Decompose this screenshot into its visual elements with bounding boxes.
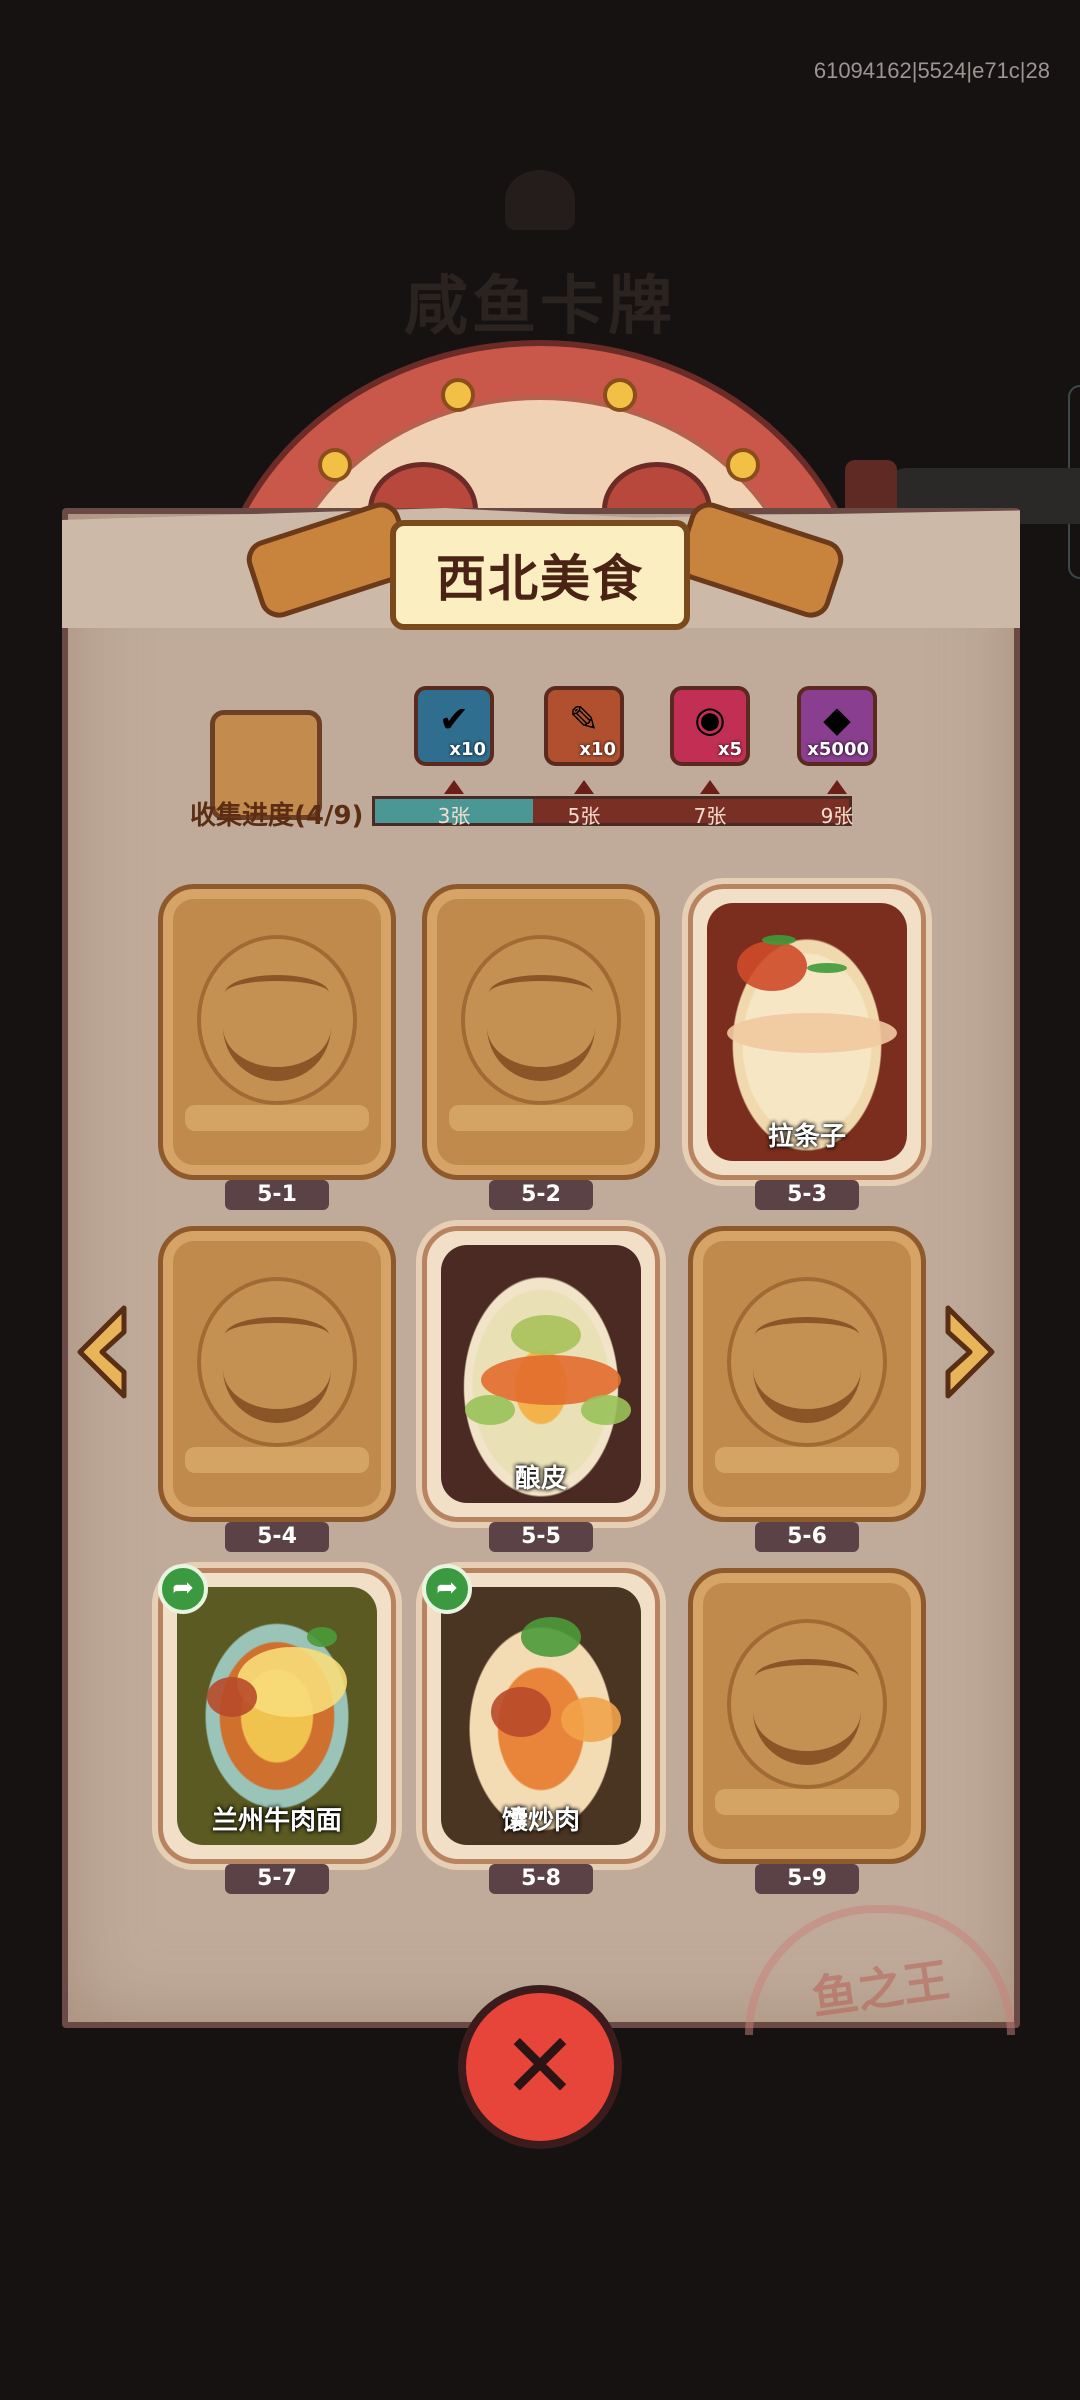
card-id-tag: 5-9 [755,1864,859,1894]
chest-check-icon: ✔ [438,699,470,741]
locked-card-bones-icon [185,1105,369,1131]
prev-page-arrow-icon[interactable] [72,1302,132,1402]
share-arrow-icon[interactable]: ➦ [422,1564,472,1614]
food-detail [807,963,847,973]
reward-purple-orb[interactable]: ◉ x5 [670,686,750,766]
reward-chest-check[interactable]: ✔ x10 [414,686,494,766]
threshold-label: 5张 [567,804,601,828]
card-id-tag: 5-7 [225,1864,329,1894]
background-title: 咸鱼卡牌 [404,270,676,344]
locked-card-face-icon [197,935,357,1105]
dish-name: 拉条子 [767,1122,846,1152]
progress-label: 收集进度(4/9) [190,801,364,831]
food-detail [307,1627,337,1647]
scroll-key-icon: ✎ [568,699,600,741]
dish-name: 酿皮 [514,1464,567,1494]
locked-card-bones-icon [715,1789,899,1815]
locked-card-slot[interactable] [158,1226,396,1522]
progress-marker-icon [827,780,847,794]
locked-card-bones-icon [185,1447,369,1473]
reward-amount: x5000 [807,739,869,760]
progress-marker-icon [574,780,594,794]
food-detail [581,1395,631,1425]
card-id-tag: 5-2 [489,1180,593,1210]
page-title: 西北美食 [436,550,644,608]
background-fish-icon [505,170,575,230]
locked-card-bones-icon [449,1105,633,1131]
food-detail [491,1687,551,1737]
food-detail [561,1697,621,1742]
locked-card-face-icon [461,935,621,1105]
locked-card-face-icon [727,1277,887,1447]
share-arrow-icon[interactable]: ➦ [158,1564,208,1614]
reward-amount: x5 [717,739,742,760]
crystal-icon: ◆ [823,699,851,741]
locked-card-slot[interactable] [158,884,396,1180]
food-card[interactable]: 兰州牛肉面 [158,1568,396,1864]
threshold-label: 7张 [693,804,727,828]
reward-amount: x10 [449,739,486,760]
food-card[interactable]: 拉条子 [688,884,926,1180]
food-detail [465,1395,515,1425]
food-detail [207,1677,257,1717]
card-id-tag: 5-3 [755,1180,859,1210]
food-card[interactable]: 酿皮 [422,1226,660,1522]
reward-amount: x10 [579,739,616,760]
card-id-tag: 5-1 [225,1180,329,1210]
bolt-icon [318,448,352,482]
title-ribbon: 西北美食 [390,520,690,630]
bolt-icon [603,378,637,412]
card-id-tag: 5-6 [755,1522,859,1552]
progress-marker-icon [700,780,720,794]
dish-name: 兰州牛肉面 [211,1806,342,1836]
close-x-icon: ✕ [502,2014,578,2119]
reward-scroll-key[interactable]: ✎ x10 [544,686,624,766]
purple-orb-icon: ◉ [694,699,726,741]
bolt-icon [441,378,475,412]
locked-card-face-icon [727,1619,887,1789]
bolt-icon [726,448,760,482]
progress-marker-icon [444,780,464,794]
locked-card-slot[interactable] [688,1568,926,1864]
locked-card-face-icon [197,1277,357,1447]
reward-crystal[interactable]: ◆ x5000 [797,686,877,766]
threshold-label: 9张 [820,804,854,828]
food-detail [762,935,796,945]
locked-card-slot[interactable] [422,884,660,1180]
card-id-tag: 5-4 [225,1522,329,1552]
food-detail [511,1315,581,1355]
card-id-tag: 5-5 [489,1522,593,1552]
next-page-arrow-icon[interactable] [940,1302,1000,1402]
debug-label: 61094162|5524|e71c|28 [813,58,1050,83]
close-button[interactable]: ✕ [458,1985,622,2149]
locked-card-slot[interactable] [688,1226,926,1522]
food-detail [727,1013,897,1053]
dish-name: 馕炒肉 [501,1806,580,1836]
locked-card-bones-icon [715,1447,899,1473]
food-card[interactable]: 馕炒肉 [422,1568,660,1864]
food-detail [737,941,807,991]
card-id-tag: 5-8 [489,1864,593,1894]
threshold-label: 3张 [437,804,471,828]
food-detail [521,1617,581,1657]
